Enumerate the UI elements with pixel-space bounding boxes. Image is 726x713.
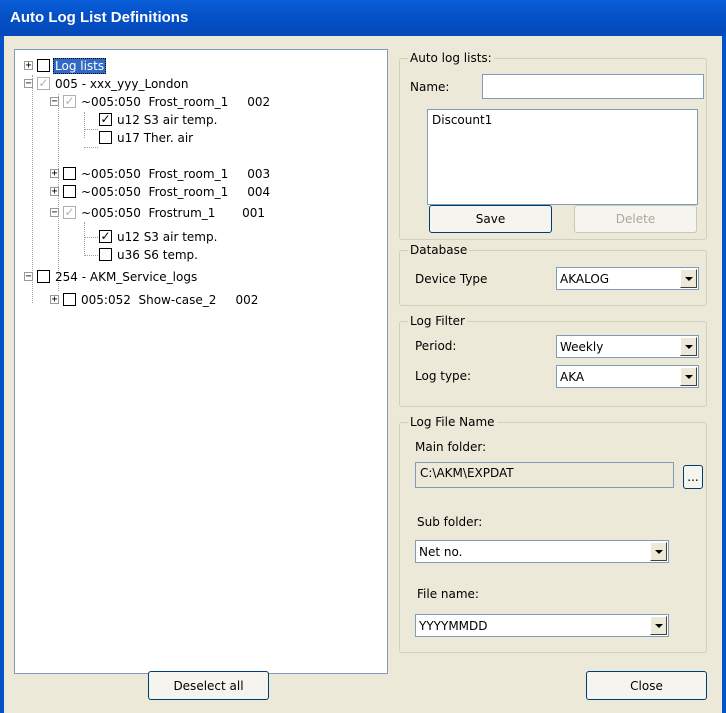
deselect-all-label: Deselect all xyxy=(173,678,244,693)
chevron-down-icon[interactable] xyxy=(680,367,697,386)
group-title: Database xyxy=(408,243,470,257)
period-value: Weekly xyxy=(560,340,604,354)
log-filter-group: Log Filter Period: Weekly Log type: AKA xyxy=(399,314,707,407)
group-title: Auto log lists: xyxy=(408,51,494,65)
tree-connector xyxy=(84,255,98,256)
collapse-icon[interactable]: − xyxy=(50,208,59,218)
tree-checkbox[interactable]: ✓ xyxy=(63,206,76,219)
deselect-all-button[interactable]: Deselect all xyxy=(148,671,269,700)
tree-checkbox[interactable] xyxy=(63,185,76,198)
tree-connector xyxy=(32,75,33,303)
device-type-value: AKALOG xyxy=(560,272,610,286)
tree-checkbox[interactable]: ✓ xyxy=(37,77,50,90)
tree-checkbox[interactable]: ✓ xyxy=(99,113,112,126)
tree-checkbox[interactable] xyxy=(99,131,112,144)
tree-item-controller[interactable]: ~005:050 Frostrum_1 001 xyxy=(81,206,265,220)
main-folder-label: Main folder: xyxy=(415,440,487,454)
list-item[interactable]: Discount1 xyxy=(432,113,693,127)
expand-icon[interactable]: + xyxy=(50,169,59,179)
tree-item-controller[interactable]: ~005:050 Frost_room_1 002 xyxy=(81,95,270,109)
file-name-value: YYYYMMDD xyxy=(419,619,488,633)
device-type-dropdown[interactable]: AKALOG xyxy=(556,267,699,290)
window-title: Auto Log List Definitions xyxy=(10,9,189,26)
main-folder-field: C:\AKM\EXPDAT xyxy=(415,462,674,488)
tree-item-controller[interactable]: 005:052 Show-case_2 002 xyxy=(81,293,258,307)
tree-item-root[interactable]: Log lists xyxy=(53,58,107,74)
tree-item-net[interactable]: 254 - AKM_Service_logs xyxy=(55,270,197,284)
name-input[interactable] xyxy=(482,74,704,99)
log-type-value: AKA xyxy=(560,370,585,384)
tree-checkbox[interactable] xyxy=(37,270,50,283)
chevron-down-icon[interactable] xyxy=(680,269,697,288)
expand-icon[interactable]: + xyxy=(50,295,59,305)
tree-item-parameter[interactable]: u12 S3 air temp. xyxy=(117,113,217,127)
tree-checkbox[interactable] xyxy=(37,59,50,72)
log-type-label: Log type: xyxy=(415,369,472,383)
expand-icon[interactable]: + xyxy=(50,187,59,197)
database-group: Database Device Type AKALOG xyxy=(399,243,707,306)
tree-connector xyxy=(84,112,85,138)
window-frame-right xyxy=(722,36,726,713)
tree-item-net[interactable]: 005 - xxx_yyy_London xyxy=(55,77,188,91)
collapse-icon[interactable]: − xyxy=(50,97,59,107)
chevron-down-icon[interactable] xyxy=(650,616,667,635)
group-title: Log Filter xyxy=(408,314,467,328)
collapse-icon[interactable]: − xyxy=(24,272,33,282)
tree-item-controller[interactable]: ~005:050 Frost_room_1 004 xyxy=(81,185,270,199)
auto-log-listbox[interactable]: Discount1 xyxy=(427,109,698,205)
file-name-label: File name: xyxy=(417,587,479,601)
file-name-dropdown[interactable]: YYYYMMDD xyxy=(415,614,669,637)
period-label: Period: xyxy=(415,339,457,353)
tree-checkbox[interactable] xyxy=(63,167,76,180)
tree-item-controller[interactable]: ~005:050 Frost_room_1 003 xyxy=(81,167,270,181)
close-button-label: Close xyxy=(630,678,663,693)
save-button[interactable]: Save xyxy=(429,205,552,233)
device-type-label: Device Type xyxy=(415,272,488,286)
main-folder-value: C:\AKM\EXPDAT xyxy=(420,466,514,480)
window-frame-left xyxy=(0,36,4,713)
tree-item-parameter[interactable]: u12 S3 air temp. xyxy=(117,230,217,244)
chevron-down-icon[interactable] xyxy=(680,337,697,356)
log-list-tree[interactable]: + Log lists − ✓ 005 - xxx_yyy_London − ✓… xyxy=(14,49,388,674)
chevron-down-icon[interactable] xyxy=(650,542,667,561)
browse-button[interactable]: ... xyxy=(683,465,703,489)
tree-connector xyxy=(84,222,85,254)
delete-button[interactable]: Delete xyxy=(574,205,697,233)
tree-connector xyxy=(84,147,98,148)
tree-item-parameter[interactable]: u36 S6 temp. xyxy=(117,248,198,262)
sub-folder-value: Net no. xyxy=(419,545,463,559)
name-label: Name: xyxy=(410,80,450,94)
tree-checkbox[interactable]: ✓ xyxy=(63,95,76,108)
close-button[interactable]: Close xyxy=(586,671,707,700)
tree-checkbox[interactable]: ✓ xyxy=(99,230,112,243)
sub-folder-label: Sub folder: xyxy=(417,515,483,529)
period-dropdown[interactable]: Weekly xyxy=(556,335,699,358)
expand-icon[interactable]: + xyxy=(24,61,33,71)
title-bar: Auto Log List Definitions xyxy=(0,0,726,36)
sub-folder-dropdown[interactable]: Net no. xyxy=(415,540,669,563)
tree-checkbox[interactable] xyxy=(63,293,76,306)
browse-button-label: ... xyxy=(687,470,699,484)
save-button-label: Save xyxy=(475,212,506,226)
delete-button-label: Delete xyxy=(615,212,656,226)
log-file-name-group: Log File Name Main folder: C:\AKM\EXPDAT… xyxy=(399,415,707,653)
auto-log-lists-group: Auto log lists: Name: Discount1 Save Del… xyxy=(399,51,707,240)
group-title: Log File Name xyxy=(408,415,497,429)
tree-connector xyxy=(84,129,98,130)
log-type-dropdown[interactable]: AKA xyxy=(556,365,699,388)
tree-item-parameter[interactable]: u17 Ther. air xyxy=(117,131,193,145)
tree-connector xyxy=(84,237,98,238)
collapse-icon[interactable]: − xyxy=(24,79,33,89)
tree-checkbox[interactable] xyxy=(99,248,112,261)
